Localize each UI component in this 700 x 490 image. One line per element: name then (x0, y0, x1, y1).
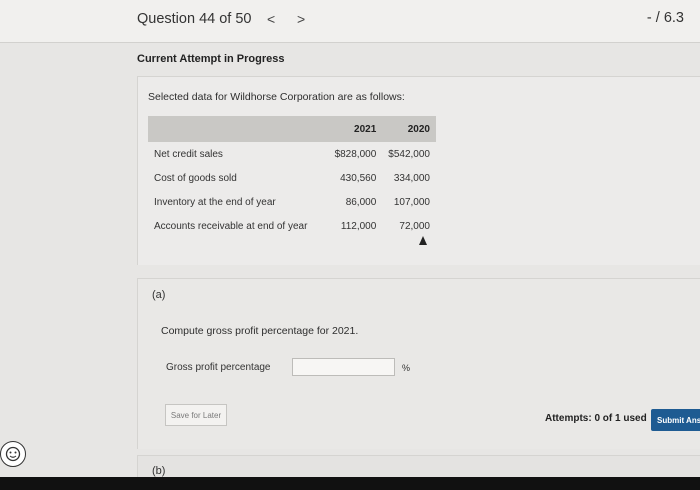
table-row: Accounts receivable at end of year 112,0… (148, 214, 436, 238)
table-header-2020: 2020 (382, 116, 436, 142)
percent-unit: % (402, 363, 411, 373)
value-2021: 430,560 (340, 172, 377, 184)
next-question-button[interactable]: > (297, 11, 305, 27)
gross-profit-label: Gross profit percentage (166, 362, 271, 373)
value-2021: 112,000 (340, 220, 377, 232)
question-title: Question 44 of 50 (137, 11, 252, 27)
data-table: 2021 2020 Net credit sales $828,000 $542… (148, 116, 436, 238)
attempt-status: Current Attempt in Progress (137, 53, 285, 65)
previous-question-button[interactable]: < (267, 11, 275, 27)
top-bar: Question 44 of 50 < > - / 6.3 (0, 0, 700, 43)
value-2021: 86,000 (345, 196, 377, 208)
table-header-row: 2021 2020 (148, 116, 436, 142)
save-for-later-button[interactable]: Save for Later (165, 404, 227, 426)
table-header-2021: 2021 (313, 116, 383, 142)
gross-profit-input[interactable] (292, 358, 395, 376)
table-header-label (148, 116, 314, 142)
part-b-card (137, 455, 700, 478)
help-circle-icon[interactable] (0, 441, 26, 467)
value-2020: 107,000 (393, 196, 430, 208)
part-a-label: (a) (152, 289, 166, 301)
row-label: Net credit sales (154, 148, 223, 160)
attempts-counter: Attempts: 0 of 1 used (545, 413, 647, 424)
table-row: Net credit sales $828,000 $542,000 (148, 142, 436, 166)
submit-answer-button[interactable]: Submit Answer (651, 409, 700, 431)
score: - / 6.3 (646, 10, 684, 26)
table-row: Cost of goods sold 430,560 334,000 (148, 166, 436, 190)
problem-intro: Selected data for Wildhorse Corporation … (148, 91, 405, 103)
value-2021: $828,000 (334, 148, 377, 160)
row-label: Cost of goods sold (154, 172, 237, 184)
bottom-bar (0, 477, 700, 490)
value-2020: 72,000 (399, 220, 430, 232)
value-2020: $542,000 (388, 148, 430, 160)
row-label: Inventory at the end of year (154, 196, 276, 208)
mouse-pointer-icon (419, 236, 427, 245)
part-a-question: Compute gross profit percentage for 2021… (161, 325, 359, 337)
row-label: Accounts receivable at end of year (154, 220, 308, 232)
value-2020: 334,000 (393, 172, 430, 184)
table-row: Inventory at the end of year 86,000 107,… (148, 190, 436, 214)
part-b-label: (b) (152, 465, 166, 477)
